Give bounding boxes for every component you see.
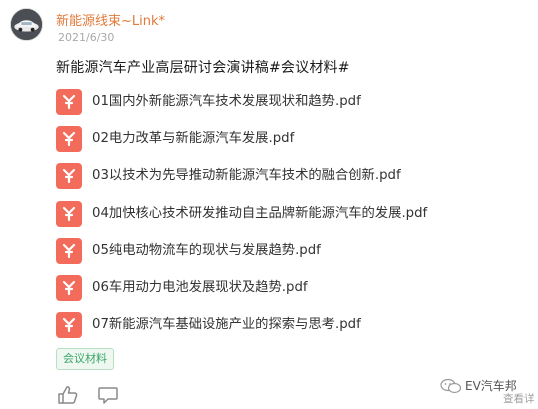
pdf-icon <box>56 312 82 339</box>
attachment-item[interactable]: 05纯电动物流车的现状与发展趋势.pdf <box>56 237 427 275</box>
comment-button[interactable] <box>97 385 119 405</box>
attachment-item[interactable]: 03以技术为先导推动新能源汽车技术的融合创新.pdf <box>56 163 427 200</box>
author-name[interactable]: 新能源线束~Link* <box>56 10 165 29</box>
attachment-item[interactable]: 04加快核心技术研发推动自主品牌新能源汽车的发展.pdf <box>56 200 427 238</box>
comment-icon <box>98 387 118 404</box>
attachment-name[interactable]: 05纯电动物流车的现状与发展趋势.pdf <box>92 238 321 264</box>
topic-tag[interactable]: 会议材料 <box>56 348 114 370</box>
pdf-icon <box>56 163 82 190</box>
attachment-name[interactable]: 07新能源汽车基础设施产业的探索与思考.pdf <box>92 312 361 338</box>
view-details-link[interactable]: 查看详 <box>503 391 535 406</box>
attachment-name[interactable]: 04加快核心技术研发推动自主品牌新能源汽车的发展.pdf <box>92 201 427 227</box>
attachment-name[interactable]: 03以技术为先导推动新能源汽车技术的融合创新.pdf <box>92 163 401 189</box>
attachment-item[interactable]: 02电力改革与新能源汽车发展.pdf <box>56 126 427 163</box>
car-photo-icon <box>11 9 42 40</box>
attachment-name[interactable]: 01国内外新能源汽车技术发展现状和趋势.pdf <box>92 89 361 115</box>
post-date: 2021/6/30 <box>58 31 115 44</box>
pdf-icon <box>56 89 82 115</box>
pdf-icon <box>56 200 82 227</box>
attachment-name[interactable]: 06车用动力电池发展现状及趋势.pdf <box>92 275 308 301</box>
attachment-list: 01国内外新能源汽车技术发展现状和趋势.pdf 02电力改革与新能源汽车发展.p… <box>56 89 427 349</box>
attachment-name[interactable]: 02电力改革与新能源汽车发展.pdf <box>92 126 294 152</box>
attachment-item[interactable]: 01国内外新能源汽车技术发展现状和趋势.pdf <box>56 89 427 126</box>
attachment-item[interactable]: 07新能源汽车基础设施产业的探索与思考.pdf <box>56 312 427 349</box>
attachment-item[interactable]: 06车用动力电池发展现状及趋势.pdf <box>56 274 427 312</box>
pdf-icon <box>56 274 82 301</box>
author-avatar[interactable] <box>10 8 43 41</box>
post-title: 新能源汽车产业高层研讨会演讲稿#会议材料# <box>56 60 350 76</box>
wechat-icon <box>440 378 462 393</box>
thumbs-up-icon <box>58 386 78 404</box>
pdf-icon <box>56 126 82 153</box>
pdf-icon <box>56 237 82 264</box>
like-button[interactable] <box>57 385 79 405</box>
